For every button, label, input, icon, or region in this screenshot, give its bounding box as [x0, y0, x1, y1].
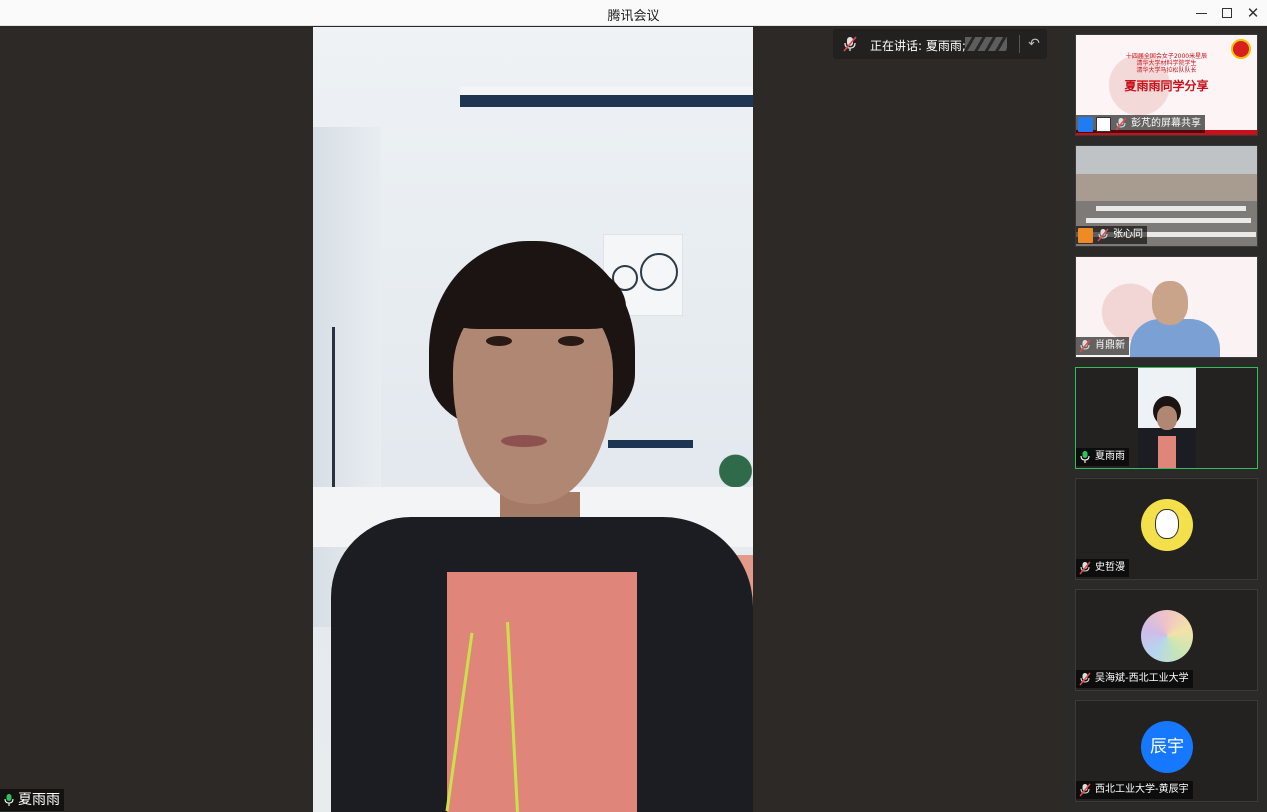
participant-tile-lecture[interactable]: 肖鼎新 — [1075, 256, 1258, 358]
main-stage: 正在讲话: 夏雨雨; ↶ 夏雨雨 — [0, 27, 1065, 812]
participant-tile-avatar[interactable]: 辰宇 西北工业大学-黄辰宇 — [1075, 700, 1258, 802]
participant-name-tag: 张心同 — [1076, 226, 1147, 244]
main-video[interactable] — [313, 27, 753, 812]
video-side-table — [608, 440, 693, 448]
participant-name: 史哲漫 — [1095, 562, 1125, 573]
muted-mic-icon — [1079, 339, 1091, 353]
divider — [1019, 35, 1020, 53]
close-icon: ✕ — [1246, 4, 1260, 22]
participant-tile-screen-share[interactable]: 十四届全国会女子2000米星辰 清华大学材料学院学生 清华大学马拉松队队长 夏雨… — [1075, 34, 1258, 136]
video-person-eye-left — [486, 336, 512, 346]
slide-subtitle: 十四届全国会女子2000米星辰 清华大学材料学院学生 清华大学马拉松队队长 — [1125, 53, 1208, 74]
muted-mic-icon — [1115, 117, 1127, 131]
participant-name: 张心同 — [1113, 229, 1143, 240]
muted-mic-icon — [1097, 228, 1109, 242]
participant-name-tag: 肖鼎新 — [1076, 337, 1129, 355]
avatar — [1141, 610, 1193, 662]
video-person-shirt — [447, 572, 637, 812]
muted-mic-icon — [1079, 672, 1091, 686]
maximize-icon — [1222, 8, 1232, 18]
participant-name-tag: 夏雨雨 — [1076, 448, 1129, 466]
reply-arrow-icon[interactable]: ↶ — [1023, 33, 1045, 55]
participant-name: 西北工业大学-黄辰宇 — [1095, 784, 1189, 795]
meeting-window: 腾讯会议 ✕ 正在讲话: 夏雨雨; ↶ 夏雨雨 十四届全国会女子2000米星辰 … — [0, 0, 1267, 812]
participant-tile-avatar[interactable]: 吴海斌-西北工业大学 — [1075, 589, 1258, 691]
cohost-icon — [1078, 227, 1093, 243]
participant-tile-active-speaker[interactable]: 夏雨雨 — [1075, 367, 1258, 469]
muted-mic-icon — [843, 36, 857, 52]
participant-name-tag: 史哲漫 — [1076, 559, 1129, 577]
participant-name: 肖鼎新 — [1095, 340, 1125, 351]
main-video-name-tag: 夏雨雨 — [0, 789, 64, 811]
screen-share-icon — [1096, 116, 1111, 132]
host-icon — [1078, 116, 1093, 132]
participant-tile-classroom[interactable]: 张心同 — [1075, 145, 1258, 247]
participant-name-tag: 吴海斌-西北工业大学 — [1076, 670, 1193, 688]
minimize-button[interactable] — [1190, 3, 1212, 23]
muted-mic-icon — [1079, 561, 1091, 575]
video-person-mouth — [501, 435, 547, 447]
participant-name: 吴海斌-西北工业大学 — [1095, 673, 1189, 684]
participant-name-tag: 西北工业大学-黄辰宇 — [1076, 781, 1193, 799]
close-button[interactable]: ✕ — [1242, 3, 1264, 23]
participant-name: 夏雨雨 — [1095, 451, 1125, 462]
participant-name-tag: 彭芃的屏幕共享 — [1076, 115, 1205, 133]
title-bar: 腾讯会议 ✕ — [0, 0, 1267, 26]
avatar — [1141, 499, 1193, 551]
speaking-label: 正在讲话: 夏雨雨; — [870, 39, 966, 53]
participant-tile-avatar[interactable]: 史哲漫 — [1075, 478, 1258, 580]
participant-video — [1138, 368, 1196, 468]
slide-title: 夏雨雨同学分享 — [1124, 79, 1209, 93]
video-ceiling-beam — [460, 87, 753, 107]
participant-name: 彭芃的屏幕共享 — [1131, 118, 1201, 129]
participant-sidebar: 十四届全国会女子2000米星辰 清华大学材料学院学生 清华大学马拉松队队长 夏雨… — [1065, 27, 1267, 812]
muted-mic-icon — [1079, 783, 1091, 797]
video-person-eye-right — [558, 336, 584, 346]
speaker-avatars — [965, 37, 1007, 51]
mic-icon — [4, 794, 14, 806]
avatar: 辰宇 — [1141, 721, 1193, 773]
maximize-button[interactable] — [1216, 3, 1238, 23]
mic-icon — [1080, 451, 1090, 463]
minimize-icon — [1195, 12, 1207, 14]
main-video-name: 夏雨雨 — [18, 792, 60, 808]
speaking-indicator: 正在讲话: 夏雨雨; ↶ — [833, 29, 1047, 59]
window-title: 腾讯会议 — [607, 9, 660, 24]
